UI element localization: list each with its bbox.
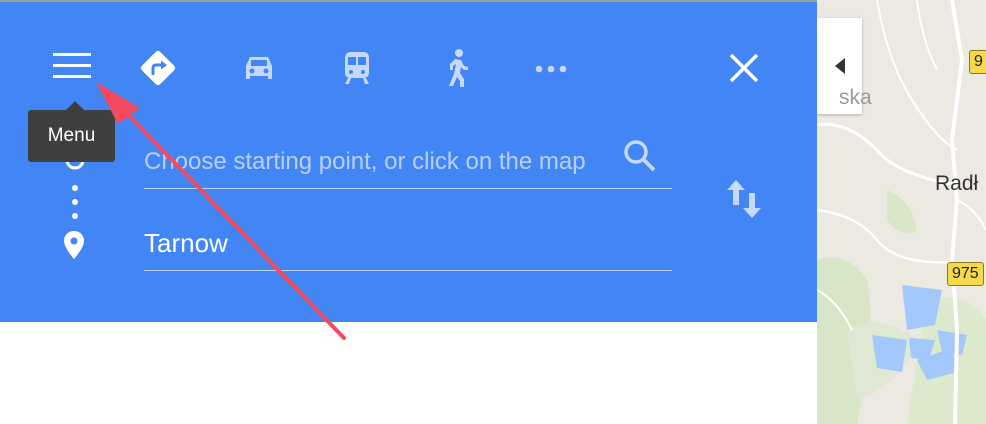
transit-icon[interactable] (335, 46, 379, 90)
walking-icon[interactable] (434, 46, 478, 90)
tooltip-arrow (66, 101, 84, 110)
map-label-ska: ska (839, 86, 872, 109)
starting-point-input[interactable] (144, 142, 604, 182)
close-icon[interactable] (722, 46, 766, 90)
map-label-radl: Radł (935, 172, 979, 195)
tooltip-label: Menu (47, 125, 96, 146)
more-options-icon[interactable] (529, 46, 573, 90)
swap-icon[interactable] (722, 176, 768, 222)
road-shield-975: 975 (947, 262, 984, 286)
menu-tooltip: Menu (28, 110, 115, 162)
destination-field[interactable]: Tarnow (144, 224, 672, 271)
collapse-left-icon (834, 58, 845, 74)
map-view[interactable]: ska Radł 9 975 (817, 0, 986, 424)
panel-empty-area (0, 322, 817, 424)
starting-point-field (144, 140, 672, 189)
hamburger-menu-icon[interactable] (50, 44, 94, 88)
directions-panel: Tarnow (0, 2, 817, 322)
destination-value: Tarnow (144, 228, 228, 258)
destination-pin-icon (63, 230, 85, 265)
road-shield-9: 9 (969, 50, 986, 74)
car-icon[interactable] (237, 46, 281, 90)
search-icon[interactable] (620, 136, 660, 176)
best-route-icon[interactable] (136, 46, 180, 90)
